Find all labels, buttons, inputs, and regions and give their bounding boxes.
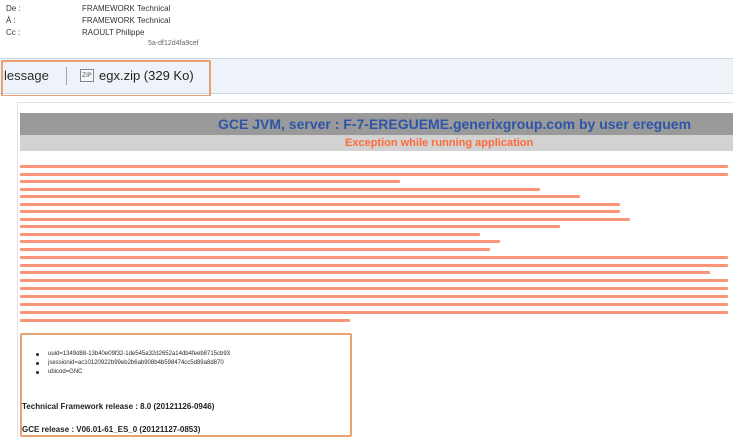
to-value[interactable]: FRAMEWORK Technical <box>82 16 170 26</box>
cc-label: Cc : <box>6 28 21 37</box>
ubicod-value: ubicod=GNC <box>48 369 83 375</box>
from-value[interactable]: FRAMEWORK Technical <box>82 4 170 14</box>
stack-trace-line <box>20 279 728 282</box>
stack-trace-line <box>20 311 728 314</box>
stack-trace-line <box>20 188 540 191</box>
stack-trace-line <box>20 165 728 168</box>
stack-trace-line <box>20 240 500 243</box>
stack-trace-line <box>20 303 728 306</box>
attachment-highlight-box <box>1 60 211 97</box>
stack-trace-line <box>20 233 480 236</box>
stack-trace-line <box>20 173 728 176</box>
to-row: À : FRAMEWORK Technical <box>6 16 170 26</box>
stack-trace-line <box>20 271 710 274</box>
session-info-list: uuid=1349d88-13b40e09f32-1de545a32d2652a… <box>36 350 230 377</box>
list-item: uuid=1349d88-13b40e09f32-1de545a32d2652a… <box>36 350 230 359</box>
error-page-title: GCE JVM, server : F-7-EREGUEME.generixgr… <box>218 116 692 132</box>
stack-trace-line <box>20 225 560 228</box>
stack-trace-line <box>20 248 490 251</box>
list-item: jsessionid=ac10120922b99eb2b6ab908b4b598… <box>36 359 230 368</box>
cc-row: Cc : RAOULT Philippe <box>6 28 144 38</box>
stack-trace-line <box>20 264 728 267</box>
stack-trace-line <box>20 287 728 290</box>
stack-trace-line <box>20 295 728 298</box>
bullet-icon <box>36 371 39 374</box>
framework-release: Technical Framework release : 8.0 (20121… <box>22 402 215 411</box>
stack-trace-line <box>20 195 580 198</box>
stack-trace-line <box>20 319 350 322</box>
stack-trace-line <box>20 210 620 213</box>
stack-trace-line <box>20 218 630 221</box>
uuid-value: uuid=1349d88-13b40e09f32-1de545a32d2652a… <box>48 351 231 357</box>
jsessionid-value: jsessionid=ac10120922b99eb2b6ab908b4b598… <box>48 360 224 366</box>
from-label: De : <box>6 4 21 13</box>
stack-trace-line <box>20 203 620 206</box>
error-page-subtitle: Exception while running application <box>345 137 534 149</box>
gce-release: GCE release : V06.01-61_ES_0 (20121127-0… <box>22 425 201 434</box>
to-label: À : <box>6 16 16 25</box>
bullet-icon <box>36 353 39 356</box>
list-item: ubicod=GNC <box>36 368 230 377</box>
from-row: De : FRAMEWORK Technical <box>6 4 170 14</box>
stack-trace-line <box>20 180 400 183</box>
stack-trace-line <box>20 256 728 259</box>
bullet-icon <box>36 362 39 365</box>
message-id-fragment: 5a-df12d4fa9cef <box>148 40 199 47</box>
release-info-highlight-box <box>20 333 352 437</box>
cc-value[interactable]: RAOULT Philippe <box>82 28 144 38</box>
